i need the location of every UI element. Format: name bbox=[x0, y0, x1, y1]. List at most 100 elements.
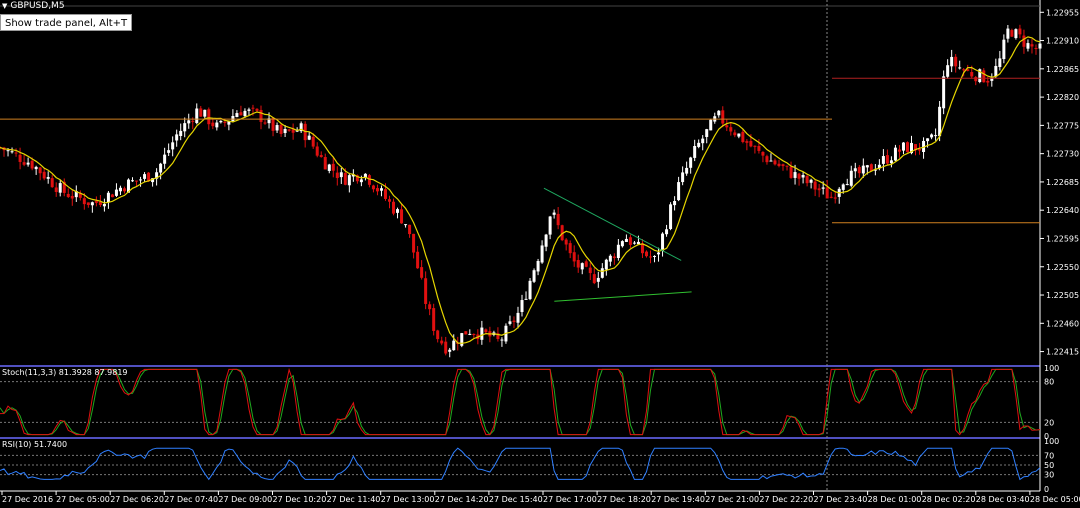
candle-body bbox=[159, 163, 163, 173]
time-tick-label: 27 Dec 14:20 bbox=[435, 495, 489, 504]
price-tick-label: 1.22955 bbox=[1046, 8, 1079, 17]
candle-body bbox=[994, 65, 998, 77]
candle-body bbox=[1030, 44, 1034, 47]
candle-body bbox=[825, 187, 829, 199]
candle-body bbox=[195, 108, 199, 124]
candle-body bbox=[307, 135, 311, 140]
price-tick-label: 1.22865 bbox=[1046, 65, 1079, 74]
rsi-level-label: 70 bbox=[1044, 451, 1054, 460]
price-tick-label: 1.22640 bbox=[1046, 206, 1079, 215]
price-chart[interactable]: 1.22955 1.22910 1.22865 1.22820 1.22775 1.227… bbox=[0, 0, 1080, 508]
candle-body bbox=[974, 77, 978, 82]
candle-body bbox=[472, 334, 476, 336]
candle-body bbox=[26, 162, 30, 165]
candle-body bbox=[753, 145, 757, 147]
stoch-level-label: 20 bbox=[1044, 418, 1054, 427]
candle-body bbox=[942, 76, 946, 109]
price-tick-label: 1.22685 bbox=[1046, 178, 1079, 187]
candle-body bbox=[785, 165, 789, 167]
candle-body bbox=[845, 184, 849, 186]
candle-body bbox=[163, 154, 167, 164]
time-tick-label: 28 Dec 05:00 bbox=[1030, 495, 1080, 504]
candle-body bbox=[612, 256, 616, 259]
show-trade-panel-button[interactable]: Show trade panel, Alt+T bbox=[0, 14, 133, 31]
candle-body bbox=[576, 260, 580, 268]
candle-body bbox=[319, 155, 323, 157]
stoch-level-label: 80 bbox=[1044, 378, 1054, 387]
candle-body bbox=[6, 150, 10, 152]
candle-body bbox=[243, 110, 247, 117]
candle-body bbox=[701, 138, 705, 144]
stoch-label: Stoch(11,3,3) 81.3928 87.9819 bbox=[2, 368, 128, 377]
candle-body bbox=[717, 110, 721, 116]
candle-body bbox=[199, 108, 203, 117]
candle-body bbox=[215, 122, 219, 128]
candle-body bbox=[657, 252, 661, 255]
candle-body bbox=[918, 149, 922, 151]
candle-body bbox=[644, 251, 648, 257]
candle-body bbox=[556, 213, 560, 226]
dropdown-arrow-icon[interactable]: ▼ bbox=[2, 2, 7, 10]
candle-body bbox=[452, 340, 456, 351]
moving-average-line bbox=[0, 36, 1041, 344]
candle-body bbox=[857, 166, 861, 174]
candle-body bbox=[809, 179, 813, 183]
candle-body bbox=[231, 115, 235, 122]
candle-body bbox=[484, 329, 488, 333]
candle-body bbox=[821, 187, 825, 189]
candle-body bbox=[448, 349, 452, 352]
candle-body bbox=[207, 109, 211, 125]
candle-body bbox=[592, 274, 596, 284]
candle-body bbox=[853, 168, 857, 172]
candle-body bbox=[721, 110, 725, 124]
candle-body bbox=[773, 160, 777, 165]
candle-body bbox=[327, 164, 331, 171]
candle-body bbox=[223, 121, 227, 123]
candle-body bbox=[86, 202, 90, 206]
candle-body bbox=[263, 122, 267, 124]
time-tick-label: 27 Dec 17:00 bbox=[543, 495, 597, 504]
candle-body bbox=[1014, 29, 1018, 39]
candle-body bbox=[781, 164, 785, 167]
candle-body bbox=[789, 166, 793, 178]
time-tick-label: 27 Dec 06:20 bbox=[110, 495, 164, 504]
candle-body bbox=[18, 154, 22, 162]
candle-body bbox=[624, 238, 628, 242]
candle-body bbox=[432, 308, 436, 331]
candle-body bbox=[139, 179, 143, 181]
candle-body bbox=[255, 108, 259, 111]
candle-body bbox=[480, 327, 484, 340]
candle-body bbox=[749, 141, 753, 147]
candle-body bbox=[938, 106, 942, 137]
candle-body bbox=[954, 56, 958, 67]
candle-body bbox=[371, 185, 375, 190]
candle-body bbox=[315, 146, 319, 156]
stoch-signal-line bbox=[0, 368, 1041, 436]
candle-body bbox=[34, 166, 38, 170]
candle-body bbox=[440, 340, 444, 344]
time-tick-label: 27 Dec 19:40 bbox=[651, 495, 705, 504]
symbol-label[interactable]: ▼ GBPUSD,M5 bbox=[2, 0, 65, 12]
price-tick-label: 1.22415 bbox=[1046, 348, 1079, 357]
candle-body bbox=[359, 179, 363, 183]
candle-body bbox=[171, 142, 175, 150]
candle-body bbox=[1022, 35, 1026, 47]
candle-body bbox=[548, 216, 552, 235]
candle-body bbox=[512, 320, 516, 322]
candle-body bbox=[604, 259, 608, 270]
candle-body bbox=[524, 298, 528, 300]
candle-body bbox=[1006, 28, 1010, 39]
candle-body bbox=[765, 156, 769, 163]
candle-body bbox=[725, 125, 729, 128]
candle-body bbox=[131, 180, 135, 182]
price-tick-label: 1.22730 bbox=[1046, 150, 1079, 159]
candle-body bbox=[1034, 47, 1038, 49]
candle-body bbox=[962, 69, 966, 71]
price-tick-label: 1.22595 bbox=[1046, 234, 1079, 243]
candle-body bbox=[616, 244, 620, 258]
candle-body bbox=[22, 162, 26, 165]
candle-body bbox=[777, 163, 781, 166]
candle-body bbox=[596, 277, 600, 282]
candles bbox=[0, 24, 1042, 358]
candle-body bbox=[287, 129, 291, 131]
